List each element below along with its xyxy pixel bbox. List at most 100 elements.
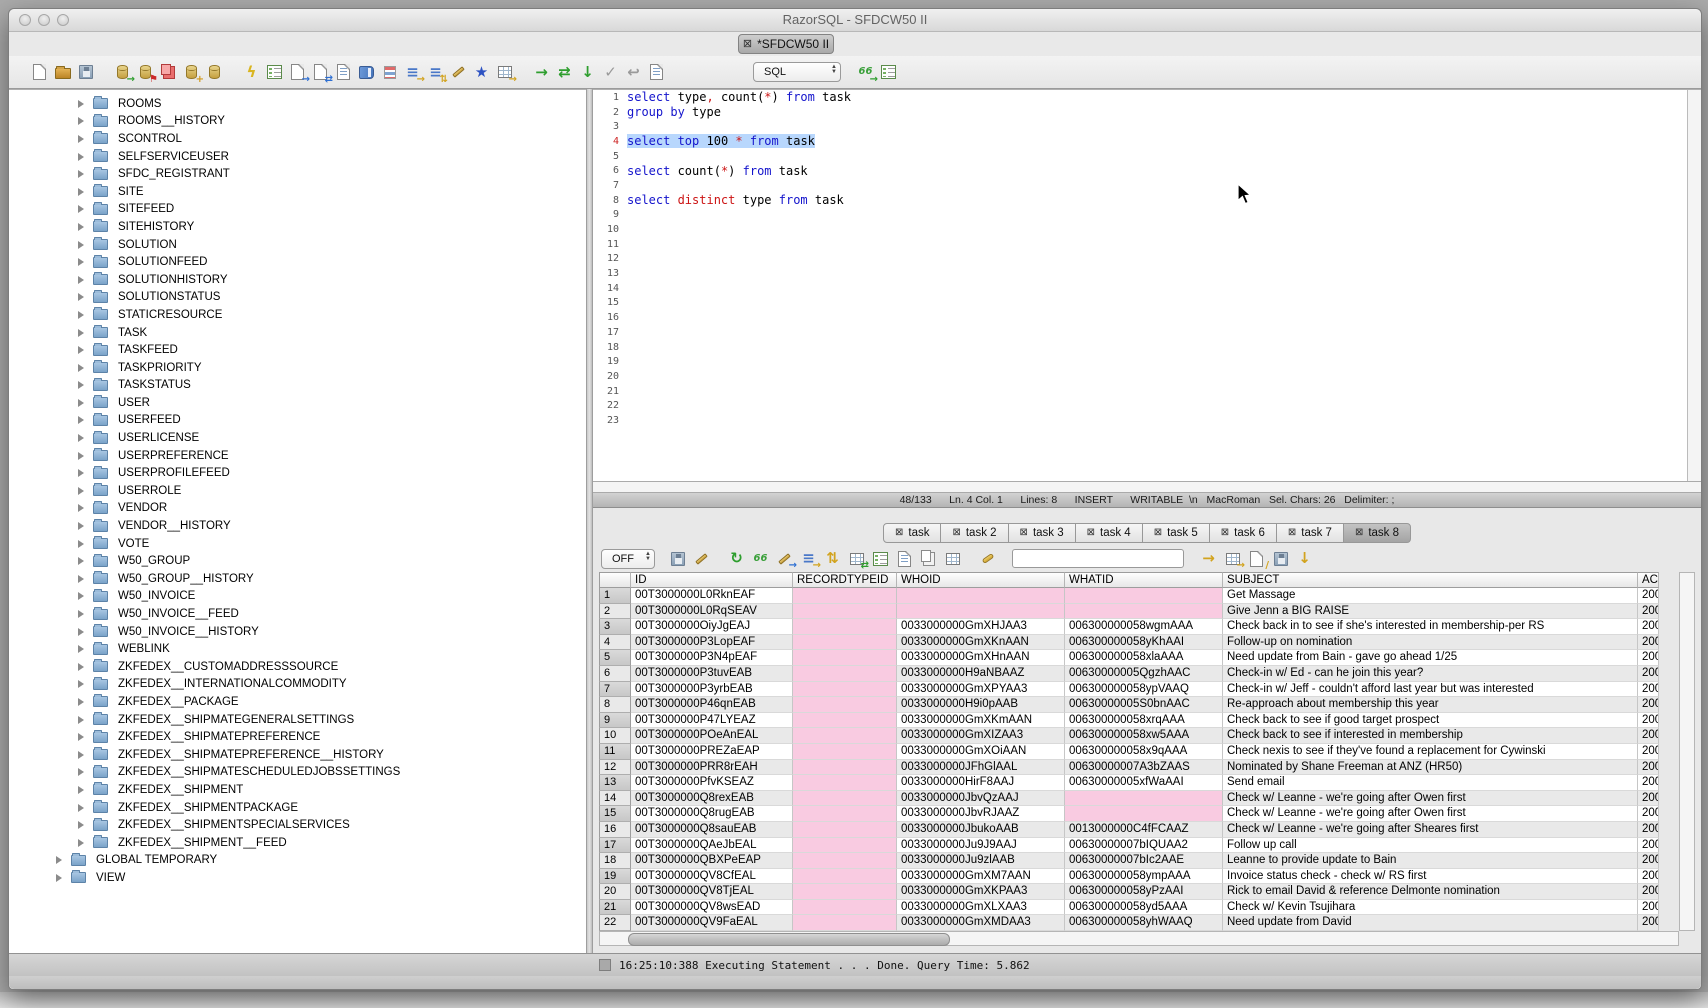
cell-subject[interactable]: Rick to email David & reference Delmonte… [1223, 884, 1638, 900]
cell-whoid[interactable]: 0033000000H9aNBAAZ [897, 666, 1065, 682]
cell-rownum[interactable]: 8 [599, 697, 631, 713]
table-row[interactable]: 500T3000000P3N4pEAF0033000000GmXHnAAN006… [599, 650, 1679, 666]
cell-recordtypeid[interactable] [793, 713, 897, 729]
cell-id[interactable]: 00T3000000Q8rugEAB [631, 806, 793, 822]
cell-whoid[interactable]: 0033000000GmXKnAAN [897, 635, 1065, 651]
edit-cell-icon[interactable]: → [774, 548, 795, 569]
sql-editor[interactable]: 1select type, count(*) from task2group b… [593, 90, 1701, 481]
disclosure-triangle-icon[interactable] [56, 856, 62, 864]
cell-id[interactable]: 00T3000000P3LopEAF [631, 635, 793, 651]
tree-item-zkfedex__internationalcommodity[interactable]: ZKFEDEX__INTERNATIONALCOMMODITY [9, 676, 586, 694]
cell-recordtypeid[interactable] [793, 604, 897, 620]
tree-item-user[interactable]: USER [9, 394, 586, 412]
disclosure-triangle-icon[interactable] [56, 874, 62, 882]
cell-whoid[interactable]: 0033000000GmXLXAA3 [897, 900, 1065, 916]
cell-ac[interactable]: 200 [1638, 900, 1659, 916]
tree-item-userrole[interactable]: USERROLE [9, 482, 586, 500]
cell-id[interactable]: 00T3000000POeAnEAL [631, 728, 793, 744]
tree-item-vote[interactable]: VOTE [9, 535, 586, 553]
cell-whatid[interactable]: 006300000058ypVAAQ [1065, 682, 1223, 698]
cell-whatid[interactable]: 00630000007bIQUAA2 [1065, 838, 1223, 854]
result-tab-task[interactable]: ⊠task [883, 523, 941, 543]
result-tab-task-6[interactable]: ⊠task 6 [1209, 523, 1277, 543]
schema-list-icon[interactable] [379, 62, 400, 83]
title-bar[interactable]: RazorSQL - SFDCW50 II [9, 9, 1701, 32]
cell-whoid[interactable]: 0033000000GmXIZAA3 [897, 728, 1065, 744]
cell-whatid[interactable]: 00630000007A3bZAAS [1065, 760, 1223, 776]
execute-lightning-icon[interactable]: ϟ [241, 62, 262, 83]
cell-id[interactable]: 00T3000000Q8sauEAB [631, 822, 793, 838]
close-tab-icon[interactable]: ⊠ [743, 39, 752, 50]
table-row[interactable]: 1100T3000000PREZaEAP0033000000GmXOiAAN00… [599, 744, 1679, 760]
cell-subject[interactable]: Invoice status check - check w/ RS first [1223, 869, 1638, 885]
result-tab-task-2[interactable]: ⊠task 2 [940, 523, 1008, 543]
cell-subject[interactable]: Check-in w/ Jeff - couldn't afford last … [1223, 682, 1638, 698]
sql-history-icon[interactable] [646, 62, 667, 83]
cell-whatid[interactable]: 0013000000C4fFCAAZ [1065, 822, 1223, 838]
cell-rownum[interactable]: 18 [599, 853, 631, 869]
cell-id[interactable]: 00T3000000PRR8rEAH [631, 760, 793, 776]
cell-id[interactable]: 00T3000000QAeJbEAL [631, 838, 793, 854]
close-tab-icon[interactable]: ⊠ [1355, 528, 1363, 538]
cell-whatid[interactable]: 006300000058yPzAAI [1065, 884, 1223, 900]
cell-subject[interactable]: Check w/ Leanne - we're going after Owen… [1223, 806, 1638, 822]
cell-rownum[interactable]: 4 [599, 635, 631, 651]
cell-id[interactable]: 00T3000000PREZaEAP [631, 744, 793, 760]
cell-whoid[interactable]: 0033000000GmXHnAAN [897, 650, 1065, 666]
cell-whatid[interactable] [1065, 604, 1223, 620]
cell-ac[interactable]: 200 [1638, 853, 1659, 869]
disclosure-triangle-icon[interactable] [78, 610, 84, 618]
cell-ac[interactable]: 200 [1638, 838, 1659, 854]
cell-whatid[interactable]: 006300000058xlaAAA [1065, 650, 1223, 666]
cell-subject[interactable]: Check-in w/ Ed - can he join this year? [1223, 666, 1638, 682]
cell-recordtypeid[interactable] [793, 775, 897, 791]
tree-item-zkfedex__shipment[interactable]: ZKFEDEX__SHIPMENT [9, 781, 586, 799]
cell-recordtypeid[interactable] [793, 806, 897, 822]
tree-item-w50_invoice__history[interactable]: W50_INVOICE__HISTORY [9, 623, 586, 641]
panel-splitter[interactable] [586, 89, 593, 954]
disclosure-triangle-icon[interactable] [78, 399, 84, 407]
tree-item-w50_group[interactable]: W50_GROUP [9, 552, 586, 570]
table-row[interactable]: 1600T3000000Q8sauEAB0033000000JbukoAAB00… [599, 822, 1679, 838]
cell-subject[interactable]: Nominated by Shane Freeman at ANZ (HR50) [1223, 760, 1638, 776]
cell-rownum[interactable]: 20 [599, 884, 631, 900]
cell-whatid[interactable]: 006300000058yd5AAA [1065, 900, 1223, 916]
table-row[interactable]: 600T3000000P3tuvEAB0033000000H9aNBAAZ006… [599, 666, 1679, 682]
disclosure-triangle-icon[interactable] [78, 188, 84, 196]
table-row[interactable]: 900T3000000P47LYEAZ0033000000GmXKmAAN006… [599, 713, 1679, 729]
cell-whatid[interactable] [1065, 791, 1223, 807]
cell-id[interactable]: 00T3000000PfvKSEAZ [631, 775, 793, 791]
table-row[interactable]: 400T3000000P3LopEAF0033000000GmXKnAAN006… [599, 635, 1679, 651]
cell-recordtypeid[interactable] [793, 838, 897, 854]
tree-item-userlicense[interactable]: USERLICENSE [9, 429, 586, 447]
cell-id[interactable]: 00T3000000P3yrbEAB [631, 682, 793, 698]
cell-subject[interactable]: Check back to see if interested in membe… [1223, 728, 1638, 744]
table-row[interactable]: 1800T3000000QBXPeEAP0033000000Ju9zlAAB00… [599, 853, 1679, 869]
cell-subject[interactable]: Follow up call [1223, 838, 1638, 854]
result-tab-task-4[interactable]: ⊠task 4 [1075, 523, 1143, 543]
table-row[interactable]: 300T3000000OiyJgEAJ0033000000GmXHJAA3006… [599, 619, 1679, 635]
rollback-icon[interactable]: ↩ [623, 62, 644, 83]
disclosure-triangle-icon[interactable] [78, 364, 84, 372]
cell-ac[interactable]: 200 [1638, 588, 1659, 604]
cell-recordtypeid[interactable] [793, 682, 897, 698]
execute-all-icon[interactable]: ⇄ [554, 62, 575, 83]
tree-item-rooms__history[interactable]: ROOMS__HISTORY [9, 113, 586, 131]
tree-item-staticresource[interactable]: STATICRESOURCE [9, 306, 586, 324]
paste-rows-icon[interactable]: ≡→ [798, 548, 819, 569]
tree-item-solutionhistory[interactable]: SOLUTIONHISTORY [9, 271, 586, 289]
close-tab-icon[interactable]: ⊠ [1154, 528, 1162, 538]
tree-item-selfserviceuser[interactable]: SELFSERVICEUSER [9, 148, 586, 166]
disclosure-triangle-icon[interactable] [78, 170, 84, 178]
commit-icon[interactable]: ✓ [600, 62, 621, 83]
cell-rownum[interactable]: 5 [599, 650, 631, 666]
tree-item-weblink[interactable]: WEBLINK [9, 640, 586, 658]
disclosure-triangle-icon[interactable] [78, 733, 84, 741]
cell-ac[interactable]: 200 [1638, 822, 1659, 838]
disclosure-triangle-icon[interactable] [78, 100, 84, 108]
cell-whoid[interactable]: 0033000000GmXOiAAN [897, 744, 1065, 760]
result-tab-task-7[interactable]: ⊠task 7 [1276, 523, 1344, 543]
cell-whoid[interactable]: 0033000000H9i0pAAB [897, 697, 1065, 713]
cell-whatid[interactable]: 00630000005QgzhAAC [1065, 666, 1223, 682]
tree-item-vendor__history[interactable]: VENDOR__HISTORY [9, 517, 586, 535]
